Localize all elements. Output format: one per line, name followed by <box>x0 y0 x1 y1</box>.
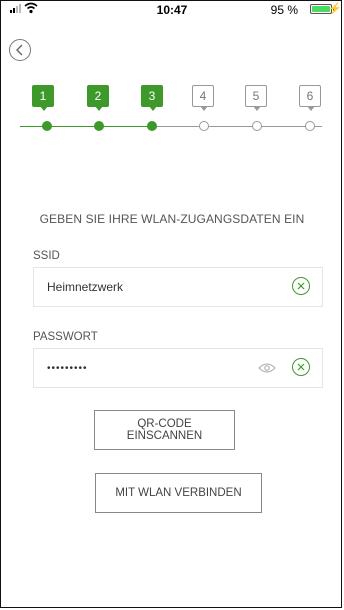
clear-ssid-button[interactable] <box>292 277 310 295</box>
step-number: 2 <box>87 85 109 111</box>
step-6: 6 <box>298 85 322 111</box>
charging-icon: ⚡ <box>328 3 342 15</box>
password-label: PASSWORT <box>33 331 98 343</box>
progress-line-remaining <box>152 126 322 127</box>
step-number: 6 <box>299 85 321 111</box>
step-number: 3 <box>141 85 163 111</box>
step-dot <box>147 121 157 131</box>
step-dot <box>42 121 52 131</box>
step-number: 5 <box>245 85 267 111</box>
close-icon <box>297 363 305 371</box>
ssid-field[interactable]: Heimnetzwerk <box>33 267 323 307</box>
password-value: ••••••••• <box>47 363 88 374</box>
battery-percent: 95 % <box>270 3 298 17</box>
ssid-label: SSID <box>33 250 60 262</box>
step-number: 4 <box>192 85 214 111</box>
step-3: 3 <box>140 85 164 111</box>
step-dot <box>199 121 209 131</box>
status-bar: 10:47 95 % ⚡ <box>0 0 344 18</box>
clear-password-button[interactable] <box>292 358 310 376</box>
step-1: 1 <box>31 85 55 111</box>
ssid-value: Heimnetzwerk <box>47 280 124 294</box>
chevron-left-icon <box>16 44 23 56</box>
step-5: 5 <box>244 85 268 111</box>
step-4: 4 <box>191 85 215 111</box>
progress-line-complete <box>20 126 152 127</box>
back-button[interactable] <box>9 39 31 61</box>
scan-qr-code-button[interactable]: QR-CODE EINSCANNEN <box>94 410 235 450</box>
step-dot <box>252 121 262 131</box>
eye-icon[interactable] <box>258 362 276 374</box>
close-icon <box>297 282 305 290</box>
page-title: GEBEN SIE IHRE WLAN-ZUGANGSDATEN EIN <box>39 212 305 226</box>
step-2: 2 <box>86 85 110 111</box>
connect-wifi-button[interactable]: MIT WLAN VERBINDEN <box>95 473 262 513</box>
step-number: 1 <box>32 85 54 111</box>
step-dot <box>94 121 104 131</box>
password-field[interactable]: ••••••••• <box>33 348 323 388</box>
step-dot <box>305 121 315 131</box>
